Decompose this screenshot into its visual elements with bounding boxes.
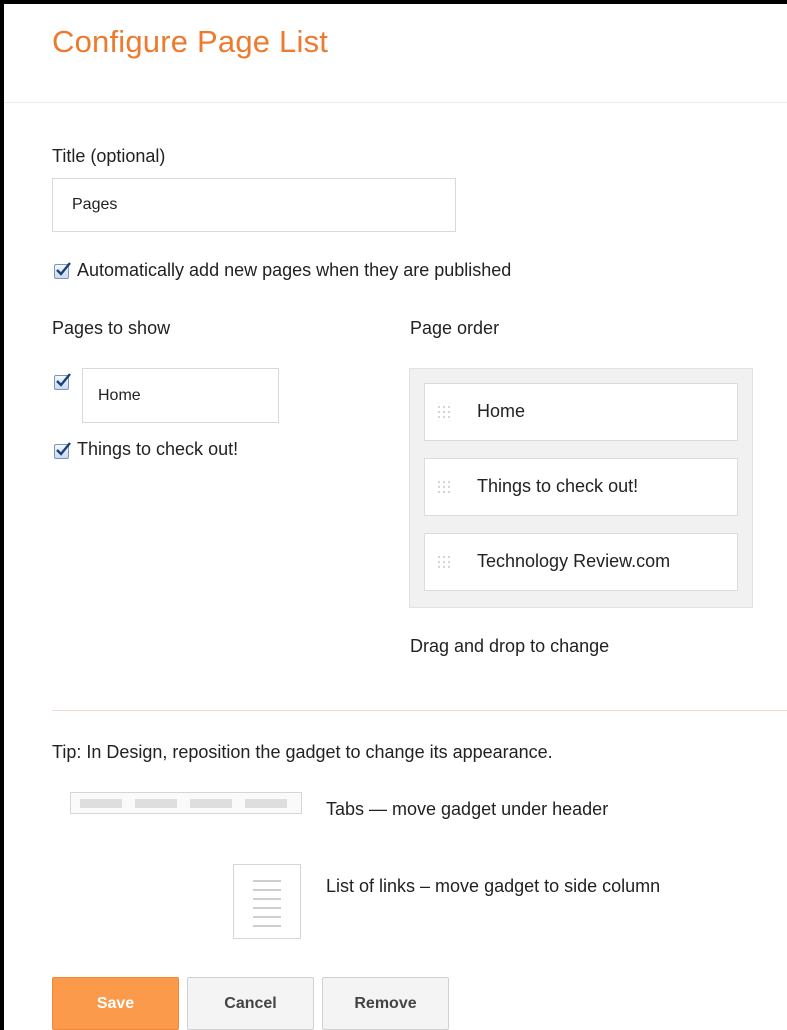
title-input[interactable]: Pages [52, 178, 456, 232]
auto-add-label: Automatically add new pages when they ar… [77, 260, 512, 280]
page-show-checkbox-things[interactable] [54, 442, 71, 459]
dialog-title: Configure Page List [52, 24, 329, 59]
checkmark-icon [56, 373, 71, 387]
configure-page-list-dialog: Configure Page List Title (optional) Pag… [0, 0, 787, 1030]
page-order-heading: Page order [410, 318, 500, 338]
auto-add-checkbox[interactable] [54, 262, 71, 279]
cancel-button[interactable]: Cancel [187, 977, 314, 1030]
tip-text: Tip: In Design, reposition the gadget to… [52, 742, 553, 762]
checkmark-icon [56, 442, 71, 456]
drag-drop-hint: Drag and drop to change [410, 636, 610, 656]
window-border-left [0, 0, 4, 1030]
pages-to-show-heading: Pages to show [52, 318, 171, 338]
section-divider [52, 710, 787, 711]
page-order-item-home[interactable]: Home [424, 383, 738, 441]
title-divider [4, 102, 787, 103]
tabs-layout-illustration [70, 792, 302, 814]
page-order-label: Technology Review.com [477, 551, 671, 571]
list-layout-illustration [233, 864, 301, 939]
page-order-label: Home [477, 401, 526, 421]
page-order-item-things[interactable]: Things to check out! [424, 458, 738, 516]
tabs-layout-description: Tabs — move gadget under header [326, 799, 609, 819]
page-name-input-home[interactable]: Home [82, 368, 279, 423]
drag-handle-icon[interactable] [435, 478, 455, 498]
list-layout-description: List of links – move gadget to side colu… [326, 876, 661, 896]
page-order-list: Home Things to check out! Technology Rev… [409, 368, 753, 608]
window-border-top [0, 0, 787, 4]
page-show-label-things: Things to check out! [77, 439, 239, 459]
drag-handle-icon[interactable] [435, 553, 455, 573]
save-button[interactable]: Save [52, 977, 179, 1030]
drag-handle-icon[interactable] [435, 403, 455, 423]
page-show-checkbox-home[interactable] [54, 373, 71, 390]
checkmark-icon [56, 262, 71, 276]
page-order-label: Things to check out! [477, 476, 639, 496]
title-field-label: Title (optional) [52, 146, 166, 166]
remove-button[interactable]: Remove [322, 977, 449, 1030]
page-order-item-technology-review[interactable]: Technology Review.com [424, 533, 738, 591]
